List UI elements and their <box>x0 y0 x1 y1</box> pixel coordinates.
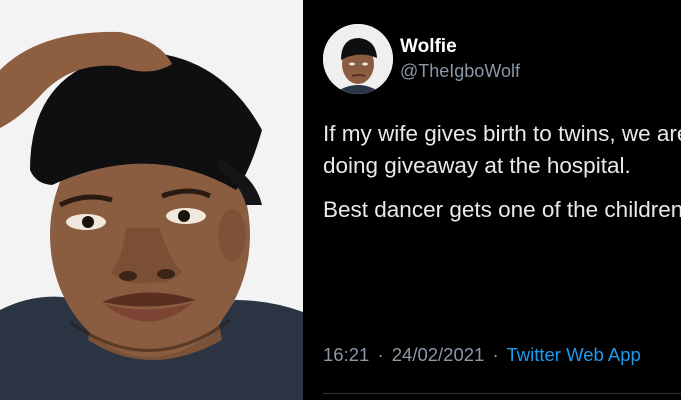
meta-separator: · <box>492 344 499 365</box>
tweet-card: Wolfie @TheIgboWolf If my wife gives bir… <box>303 0 681 400</box>
tweet-paragraph: Best dancer gets one of the children. <box>323 197 681 222</box>
source-app-link[interactable]: Twitter Web App <box>506 344 640 365</box>
user-handle[interactable]: @TheIgboWolf <box>400 61 520 82</box>
divider <box>323 393 681 394</box>
tweet-meta: 16:21 · 24/02/2021 · Twitter Web App <box>323 344 641 366</box>
display-name[interactable]: Wolfie <box>400 36 457 58</box>
tweet-paragraph: If my wife gives birth to twins, we are … <box>323 121 681 178</box>
screenshot-composite: Wolfie @TheIgboWolf If my wife gives bir… <box>0 0 681 400</box>
profile-avatar[interactable] <box>323 24 393 94</box>
avatar-image <box>323 24 393 94</box>
tweet-date[interactable]: 24/02/2021 <box>392 344 485 365</box>
tweet-time[interactable]: 16:21 <box>323 344 369 365</box>
selfie-illustration <box>0 0 303 400</box>
selfie-photo <box>0 0 303 400</box>
tweet-text: If my wife gives birth to twins, we are … <box>323 118 681 238</box>
meta-separator: · <box>377 344 384 365</box>
